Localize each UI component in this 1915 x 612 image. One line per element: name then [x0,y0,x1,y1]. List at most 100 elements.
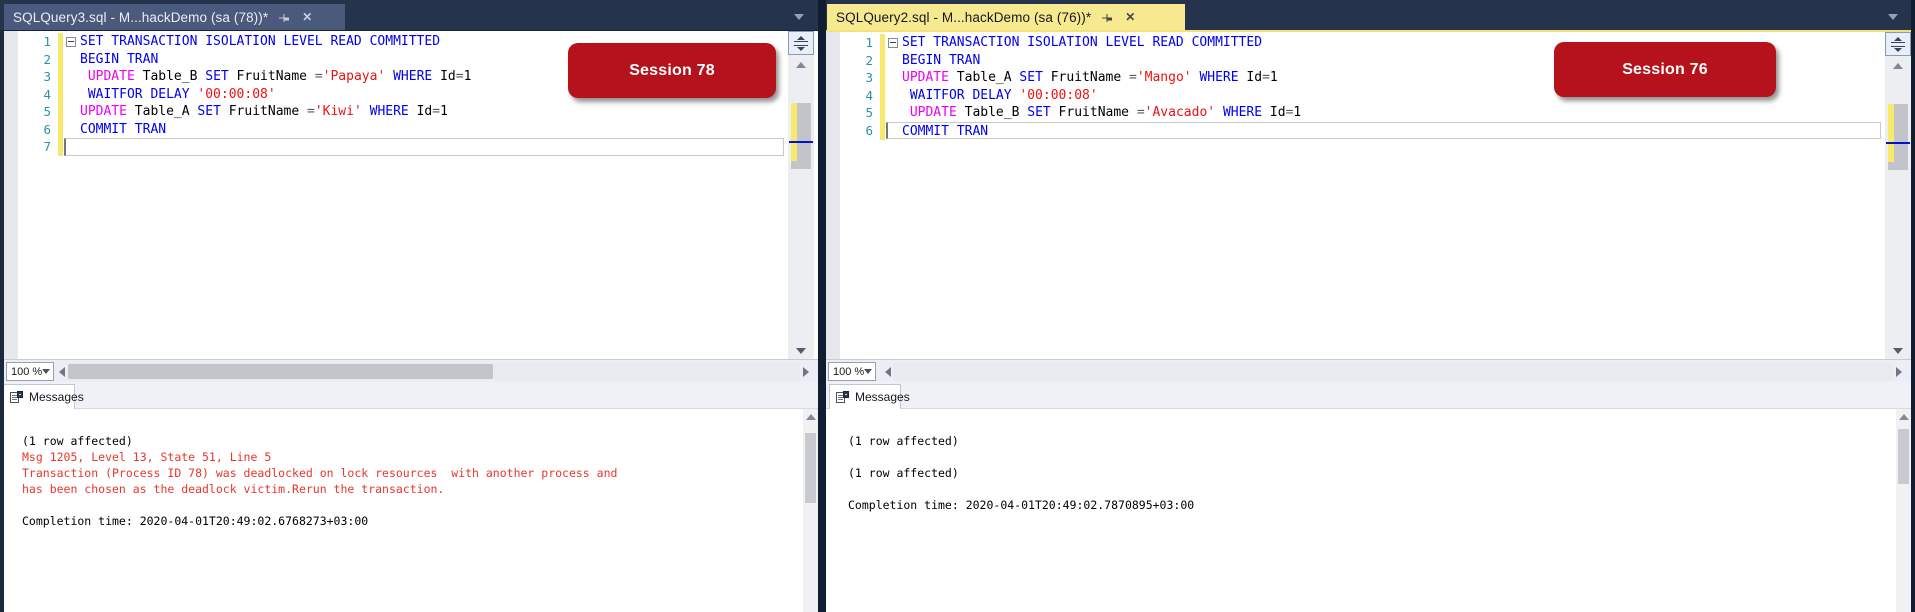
messages-report-icon [836,390,849,404]
messages-text[interactable]: (1 row affected) (1 row affected) Comple… [826,409,1895,612]
scroll-left-arrow[interactable] [882,363,894,380]
indicator-margin [826,32,840,359]
code-token: 1 [1269,70,1278,85]
code-editor[interactable]: 1 2 3 4 5 6 7 SET TRANSACTION ISOLATION LEVEL … [0,31,818,359]
session-badge: Session 76 [1554,42,1776,97]
horizontal-scrollbar[interactable] [56,363,812,380]
message-line [22,497,802,513]
code-line[interactable]: COMMIT TRAN [64,121,784,139]
code-token: = [1129,70,1137,85]
tab-list-dropdown-icon[interactable] [1888,14,1898,20]
tab-list-dropdown-icon[interactable] [794,14,804,20]
scrollbar-thumb[interactable] [1898,429,1909,484]
close-icon[interactable]: ✕ [1123,10,1137,24]
change-mark-stripe [791,103,797,161]
scroll-up-arrow[interactable] [1896,409,1911,424]
scroll-up-arrow[interactable] [803,409,818,424]
scroll-down-arrow[interactable] [788,343,814,359]
caret-position-marker [1886,142,1910,144]
code-token: = [455,69,464,84]
zoom-value: 100 % [11,365,43,378]
change-mark-stripe [1888,104,1894,162]
messages-tab-label: Messages [855,390,910,404]
code-line-current[interactable] [64,138,784,156]
collapse-region-icon[interactable] [888,38,898,48]
code-token: SET [1019,70,1043,85]
code-token: BEGIN TRAN [902,52,981,68]
line-number: 7 [43,139,51,154]
code-token: = [307,104,315,119]
left-query-pane: SQLQuery3.sql - M...hackDemo (sa (78))* … [0,0,818,612]
session-badge: Session 78 [568,43,776,98]
code-token: 1 [463,69,472,84]
horizontal-scroll-track[interactable] [894,363,1893,380]
document-tab-sqlquery2[interactable]: SQLQuery2.sql - M...hackDemo (sa (76))* … [827,4,1185,30]
line-number: 5 [43,104,51,119]
message-line [848,481,1895,497]
indicator-margin [4,31,18,359]
code-token: 'Mango' [1136,70,1192,85]
code-token: WHERE [1222,105,1263,120]
zoom-caret-icon [864,369,873,374]
messages-tab-label: Messages [29,390,84,404]
code-token: Id [1238,70,1263,85]
code-token: 1 [1293,105,1302,120]
scroll-right-arrow[interactable] [1893,363,1905,380]
horizontal-scroll-track[interactable] [68,363,800,380]
close-icon[interactable]: ✕ [300,10,314,24]
scroll-up-arrow[interactable] [788,57,814,73]
code-token: Table_B [956,105,1028,120]
messages-vertical-scrollbar[interactable] [1896,409,1911,612]
split-editor-handle[interactable] [1885,32,1911,56]
code-editor[interactable]: 1 2 3 4 5 6 SET TRANSACTION ISOLATION LEVEL R… [826,32,1911,359]
message-line: (1 row affected) [848,434,959,448]
messages-tab[interactable]: Messages [3,384,84,409]
messages-text[interactable]: (1 row affected) Msg 1205, Level 13, Stat… [0,409,802,612]
editor-vertical-scrollbar[interactable] [788,31,814,359]
editor-vertical-scrollbar[interactable] [1885,32,1911,359]
code-line[interactable]: UPDATE Table_A SET FruitName ='Kiwi' WHE… [64,103,784,121]
scroll-left-arrow[interactable] [56,363,68,380]
zoom-dropdown[interactable]: 100 % [828,362,876,381]
line-number: 1 [865,35,873,50]
message-line: has been chosen as the deadlock victim.R… [22,482,445,496]
zoom-dropdown[interactable]: 100 % [6,362,54,381]
code-token: 'Kiwi' [314,104,362,119]
horizontal-scroll-thumb[interactable] [68,364,493,379]
code-token: = [432,104,441,119]
scroll-right-arrow[interactable] [800,363,812,380]
messages-tab[interactable]: Messages [829,384,910,409]
code-token: COMMIT TRAN [80,121,167,137]
horizontal-scrollbar[interactable] [882,363,1905,380]
messages-vertical-scrollbar[interactable] [803,409,818,612]
line-number: 5 [865,105,873,120]
pin-icon[interactable] [1100,10,1114,24]
line-number: 4 [865,87,873,103]
scroll-down-arrow[interactable] [1885,343,1911,359]
message-line: Completion time: 2020-04-01T20:49:02.676… [22,514,369,528]
code-token: SET TRANSACTION ISOLATION LEVEL READ COM… [902,35,1263,50]
code-token: SET [1027,105,1051,120]
document-tab-title: SQLQuery2.sql - M...hackDemo (sa (76))* [836,9,1092,25]
split-editor-handle[interactable] [788,31,814,55]
scrollbar-thumb[interactable] [805,433,816,503]
code-token: SET [197,104,221,119]
pane-splitter[interactable] [818,0,826,612]
change-tracking-bar [880,34,885,140]
code-line-current[interactable]: COMMIT TRAN [886,121,1881,139]
code-token: Id [432,69,456,84]
code-token: FruitName [1050,105,1137,120]
document-tab-sqlquery3[interactable]: SQLQuery3.sql - M...hackDemo (sa (78))* … [4,4,345,30]
pin-icon[interactable] [277,10,291,24]
code-token: '00:00:08' [1019,87,1098,103]
message-line: (1 row affected) [22,434,133,448]
code-line[interactable]: UPDATE Table_B SET FruitName ='Avacado' … [886,104,1881,122]
line-number: 4 [43,86,51,102]
collapse-region-icon[interactable] [66,37,76,47]
code-token: SET [205,69,229,84]
scroll-up-arrow[interactable] [1885,58,1911,74]
